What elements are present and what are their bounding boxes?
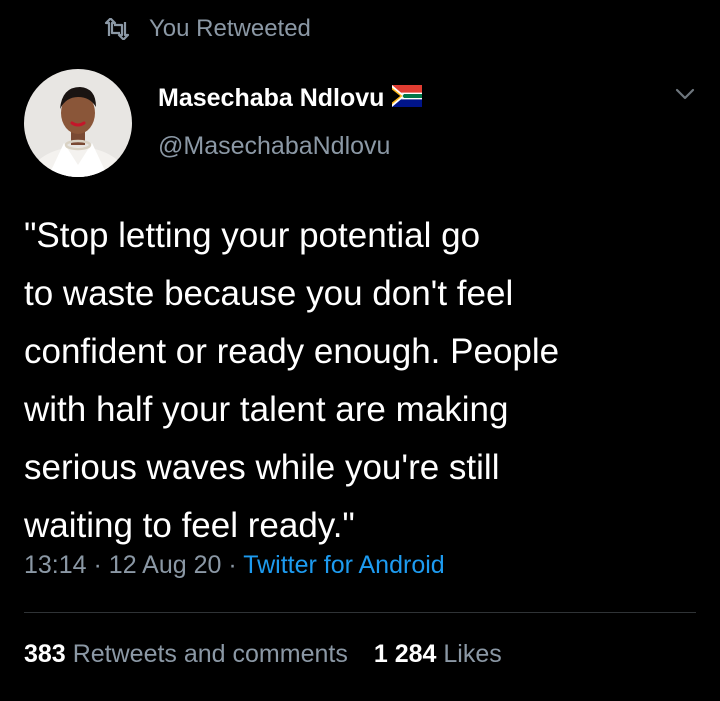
display-name-row: Masechaba Ndlovu xyxy=(158,80,423,116)
retweets-count[interactable]: 383 xyxy=(24,640,66,669)
tweet-meta: 13:14 · 12 Aug 20 · Twitter for Android xyxy=(24,551,445,580)
tweet-stats: 383 Retweets and comments 1 284 Likes xyxy=(24,640,502,669)
likes-count[interactable]: 1 284 xyxy=(374,640,437,669)
meta-separator: · xyxy=(228,551,237,579)
retweet-icon xyxy=(103,18,131,40)
tweet-time[interactable]: 13:14 xyxy=(24,551,87,579)
chevron-down-icon xyxy=(675,87,695,105)
tweet-text: "Stop letting your potential go to waste… xyxy=(24,216,560,545)
tweet-source-link[interactable]: Twitter for Android xyxy=(243,551,444,579)
retweet-label: You Retweeted xyxy=(149,15,311,42)
display-name[interactable]: Masechaba Ndlovu xyxy=(158,84,384,113)
avatar[interactable] xyxy=(24,69,132,177)
retweet-banner: You Retweeted xyxy=(103,14,311,44)
retweets-label[interactable]: Retweets and comments xyxy=(73,640,348,669)
divider xyxy=(24,612,696,613)
meta-separator: · xyxy=(93,551,102,579)
likes-label[interactable]: Likes xyxy=(443,640,501,669)
tweet-date[interactable]: 12 Aug 20 xyxy=(109,551,222,579)
south-africa-flag-icon xyxy=(392,84,423,112)
tweet-options-button[interactable] xyxy=(672,83,698,109)
author-handle[interactable]: @MasechabaNdlovu xyxy=(158,132,390,161)
